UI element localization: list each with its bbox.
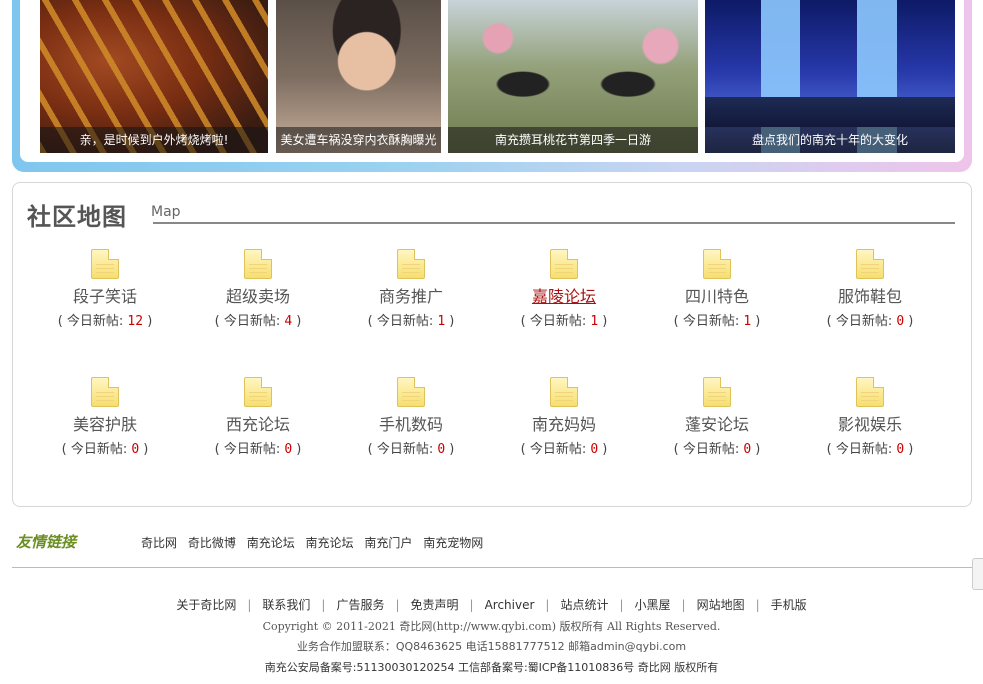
folder-icon[interactable]: [550, 377, 578, 407]
footer-link-about[interactable]: 关于奇比网: [176, 598, 236, 612]
friend-links-label: 友情链接: [16, 533, 77, 551]
footer-divider: [12, 567, 972, 568]
forum-new-posts: ( 今日新帖: 1 ): [520, 314, 608, 329]
forum-name-link[interactable]: 超级卖场: [183, 283, 333, 307]
forum-new-posts: ( 今日新帖: 0 ): [520, 442, 608, 457]
map-title: 社区地图: [27, 203, 127, 231]
photo-item-peach-blossom[interactable]: 南充攒耳桃花节第四季一日游: [448, 0, 698, 153]
folder-icon[interactable]: [91, 249, 119, 279]
footer-link-archiver[interactable]: Archiver: [485, 598, 535, 612]
forum-item-pengan: 蓬安论坛 ( 今日新帖: 0 ): [642, 377, 792, 457]
forum-name-link[interactable]: 影视娱乐: [795, 411, 945, 435]
community-map-panel: 社区地图 Map 段子笑话 ( 今日新帖: 12 ) 超级卖场 ( 今日新帖: …: [12, 182, 972, 507]
friend-link[interactable]: 奇比网: [141, 536, 177, 550]
folder-icon[interactable]: [703, 249, 731, 279]
folder-icon[interactable]: [244, 377, 272, 407]
folder-icon[interactable]: [856, 377, 884, 407]
forum-name-link[interactable]: 段子笑话: [30, 283, 180, 307]
photo-item-bbq[interactable]: 亲，是时候到户外烤烧烤啦!: [40, 0, 268, 153]
forum-new-posts: ( 今日新帖: 0 ): [61, 442, 149, 457]
forum-item-apparel: 服饰鞋包 ( 今日新帖: 0 ): [795, 249, 945, 329]
forum-item-sichuan: 四川特色 ( 今日新帖: 1 ): [642, 249, 792, 329]
friend-link[interactable]: 南充宠物网: [423, 536, 483, 550]
forum-new-posts: ( 今日新帖: 0 ): [826, 442, 914, 457]
photo-item-accident[interactable]: 美女遭车祸没穿内衣酥胸曝光: [276, 0, 441, 153]
forum-new-posts: ( 今日新帖: 0 ): [673, 442, 761, 457]
forum-new-posts: ( 今日新帖: 12 ): [57, 314, 153, 329]
forum-new-posts: ( 今日新帖: 1 ): [673, 314, 761, 329]
photo-item-city-change[interactable]: 盘点我们的南充十年的大变化: [705, 0, 955, 153]
forum-name-link[interactable]: 商务推广: [336, 283, 486, 307]
forum-name-link[interactable]: 美容护肤: [30, 411, 180, 435]
contact-text: 业务合作加盟联系：QQ8463625 电话15881777512 邮箱admin…: [296, 640, 687, 653]
folder-icon[interactable]: [244, 249, 272, 279]
forum-new-posts: ( 今日新帖: 0 ): [214, 442, 302, 457]
folder-icon[interactable]: [550, 249, 578, 279]
folder-icon[interactable]: [91, 377, 119, 407]
forum-name-link[interactable]: 服饰鞋包: [795, 283, 945, 307]
forum-item-entertainment: 影视娱乐 ( 今日新帖: 0 ): [795, 377, 945, 457]
forum-item-jialing: 嘉陵论坛 ( 今日新帖: 1 ): [489, 249, 639, 329]
forum-item-super-store: 超级卖场 ( 今日新帖: 4 ): [183, 249, 333, 329]
beian-text: 南充公安局备案号:51130030120254 工信部备案号:蜀ICP备1101…: [264, 661, 719, 674]
forum-new-posts: ( 今日新帖: 0 ): [367, 442, 455, 457]
forum-item-nanchong-moms: 南充妈妈 ( 今日新帖: 0 ): [489, 377, 639, 457]
forum-item-business-promo: 商务推广 ( 今日新帖: 1 ): [336, 249, 486, 329]
copyright-text: Copyright © 2011-2021 奇比网(http://www.qyb…: [262, 620, 721, 633]
photo-caption[interactable]: 盘点我们的南充十年的大变化: [705, 127, 955, 153]
forum-name-link[interactable]: 南充妈妈: [489, 411, 639, 435]
forum-new-posts: ( 今日新帖: 0 ): [826, 314, 914, 329]
back-to-top-tab[interactable]: [972, 558, 983, 590]
footer-link-mobile[interactable]: 手机版: [771, 598, 807, 612]
footer-link-stats[interactable]: 站点统计: [560, 598, 608, 612]
forum-name-link[interactable]: 嘉陵论坛: [489, 283, 639, 307]
folder-icon[interactable]: [703, 377, 731, 407]
footer-nav: 关于奇比网 | 联系我们 | 广告服务 | 免责声明 | Archiver | 站点统计 | 小黑屋 | 网…: [176, 598, 807, 612]
forum-item-mobile-digital: 手机数码 ( 今日新帖: 0 ): [336, 377, 486, 457]
friend-link[interactable]: 南充论坛: [306, 536, 354, 550]
photo-caption[interactable]: 南充攒耳桃花节第四季一日游: [448, 127, 698, 153]
forum-name-link[interactable]: 手机数码: [336, 411, 486, 435]
folder-icon[interactable]: [397, 249, 425, 279]
footer-link-ads[interactable]: 广告服务: [336, 598, 384, 612]
folder-icon[interactable]: [397, 377, 425, 407]
footer-link-disclaimer[interactable]: 免责声明: [411, 598, 459, 612]
forum-item-xichong: 西充论坛 ( 今日新帖: 0 ): [183, 377, 333, 457]
forum-name-link[interactable]: 西充论坛: [183, 411, 333, 435]
forum-new-posts: ( 今日新帖: 4 ): [214, 314, 302, 329]
photo-strip: 亲，是时候到户外烤烧烤啦! 美女遭车祸没穿内衣酥胸曝光 南充攒耳桃花节第四季一日…: [12, 0, 972, 172]
forum-item-jokes: 段子笑话 ( 今日新帖: 12 ): [30, 249, 180, 329]
forum-item-beauty: 美容护肤 ( 今日新帖: 0 ): [30, 377, 180, 457]
footer-link-sitemap[interactable]: 网站地图: [697, 598, 745, 612]
photo-caption[interactable]: 亲，是时候到户外烤烧烤啦!: [40, 127, 268, 153]
friend-link[interactable]: 奇比微博: [188, 536, 236, 550]
friend-link[interactable]: 南充论坛: [247, 536, 295, 550]
forum-new-posts: ( 今日新帖: 1 ): [367, 314, 455, 329]
forum-name-link[interactable]: 蓬安论坛: [642, 411, 792, 435]
friend-links: 奇比网 奇比微博 南充论坛 南充论坛 南充门户 南充宠物网: [141, 534, 490, 551]
photo-strip-inner: 亲，是时候到户外烤烧烤啦! 美女遭车祸没穿内衣酥胸曝光 南充攒耳桃花节第四季一日…: [20, 0, 964, 162]
footer-link-blackroom[interactable]: 小黑屋: [635, 598, 671, 612]
map-title-divider: [153, 222, 955, 224]
folder-icon[interactable]: [856, 249, 884, 279]
friend-link[interactable]: 南充门户: [364, 536, 412, 550]
footer-link-contact[interactable]: 联系我们: [262, 598, 310, 612]
map-subtitle: Map: [151, 204, 181, 220]
photo-caption[interactable]: 美女遭车祸没穿内衣酥胸曝光: [276, 127, 441, 153]
forum-name-link[interactable]: 四川特色: [642, 283, 792, 307]
